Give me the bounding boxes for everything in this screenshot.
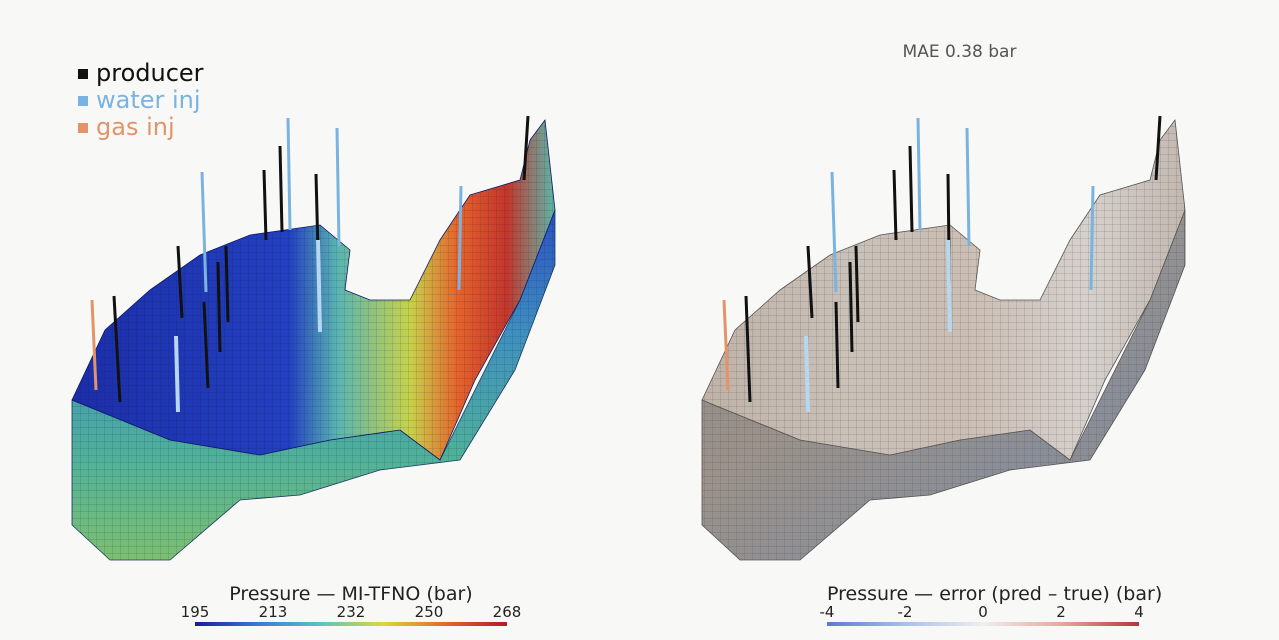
legend-swatch — [78, 122, 88, 133]
colorbar-gradient — [195, 622, 507, 626]
producer-well — [216, 261, 222, 353]
water-injector-well — [286, 117, 292, 231]
producer-well — [908, 145, 914, 233]
legend-label: water inj — [96, 86, 201, 114]
water-injector-well — [316, 239, 322, 333]
well-legend: producer water inj gas inj — [78, 60, 204, 141]
visualization-stage: producer water inj gas inj Pressure — MI… — [0, 0, 1279, 640]
colorbar-title: Pressure — MI-TFNO (bar) — [229, 583, 473, 605]
legend-swatch — [78, 95, 88, 106]
producer-well — [224, 245, 230, 323]
legend-item-gas-injector: gas inj — [78, 114, 204, 141]
colorbar-tick: 232 — [336, 603, 366, 621]
pressure-panel: producer water inj gas inj Pressure — MI… — [0, 0, 640, 640]
colorbar-tick: 250 — [414, 603, 444, 621]
water-injector-well — [457, 185, 463, 291]
error-reservoir-model — [701, 115, 1186, 561]
colorbar-ticks: 195 213 232 250 268 — [181, 603, 522, 621]
water-injector-well — [916, 117, 922, 231]
water-injector-well — [1089, 185, 1095, 291]
error-colorbar: Pressure — error (pred – true) (bar) -4 … — [820, 583, 1163, 629]
water-injector-well — [174, 335, 180, 413]
colorbar-tick: 268 — [492, 603, 522, 621]
colorbar-tick: 213 — [258, 603, 288, 621]
colorbar-tick: 195 — [180, 603, 210, 621]
colorbar-tick: -2 — [897, 603, 913, 621]
water-injector-well — [335, 127, 341, 247]
producer-well — [834, 301, 840, 389]
producer-well — [892, 169, 898, 241]
water-injector-well — [946, 239, 952, 333]
colorbar-tick: 4 — [1134, 603, 1144, 621]
legend-label: producer — [96, 59, 204, 87]
legend-item-water-injector: water inj — [78, 87, 204, 114]
producer-well — [848, 261, 854, 353]
colorbar-tick: -4 — [819, 603, 835, 621]
producer-well — [854, 245, 860, 323]
colorbar-ticks: -4 -2 0 2 4 — [820, 603, 1144, 621]
error-panel: MAE 0.38 bar Pressure — error (pred – tr… — [640, 0, 1279, 640]
colorbar-gradient — [827, 622, 1139, 626]
pressure-colorbar: Pressure — MI-TFNO (bar) 195 213 232 250… — [181, 583, 522, 629]
water-injector-well — [965, 127, 971, 247]
colorbar-tick: 2 — [1056, 603, 1066, 621]
producer-well — [262, 169, 268, 241]
producer-well — [278, 145, 284, 233]
legend-item-producer: producer — [78, 60, 204, 87]
colorbar-tick: 0 — [978, 603, 988, 621]
legend-label: gas inj — [96, 113, 175, 141]
water-injector-well — [804, 335, 810, 413]
legend-swatch — [78, 68, 88, 79]
colorbar-title: Pressure — error (pred – true) (bar) — [827, 583, 1163, 605]
